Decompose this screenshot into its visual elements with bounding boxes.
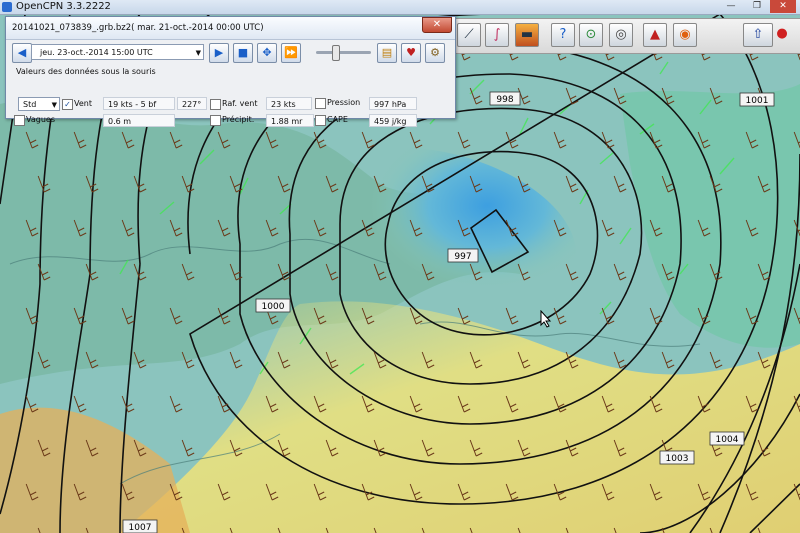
info-icon[interactable]: ? <box>551 23 575 47</box>
std-value: Std <box>23 100 37 109</box>
svg-text:1004: 1004 <box>716 435 739 445</box>
track-icon[interactable]: ∫ <box>485 23 509 47</box>
svg-text:997: 997 <box>454 252 471 262</box>
gust-label: Raf. vent <box>222 99 258 108</box>
grib-file-name: 20141021_073839_.grb.bz2( mar. 21-oct.-2… <box>12 23 264 33</box>
isobar-label-1003: 1003 <box>659 450 695 465</box>
now-button[interactable]: ■ <box>233 43 253 63</box>
wind-label: Vent <box>74 99 92 108</box>
open-file-icon[interactable]: ▤ <box>377 43 397 63</box>
isobar-label-998: 998 <box>489 91 521 106</box>
grib-dialog: 20141021_073839_.grb.bz2( mar. 21-oct.-2… <box>5 16 456 127</box>
waves-label: Vagues <box>26 115 55 124</box>
ais-targets-icon[interactable]: ⊙ <box>579 23 603 47</box>
gps-status-icon: ● <box>776 26 788 41</box>
pressure-value: 997 hPa <box>369 97 417 110</box>
color-scheme-icon[interactable]: ▬ <box>515 23 539 47</box>
svg-text:998: 998 <box>496 95 513 105</box>
pressure-label: Pression <box>327 98 361 107</box>
time-slider-thumb[interactable] <box>332 45 340 61</box>
main-toolbar: ⟋ ∫ ▬ ? ⊙ ◎ ▲ ◉ ⇧ ● <box>452 18 800 54</box>
wind-checkbox[interactable]: ✓ <box>62 99 73 110</box>
wind-direction-value: 227° <box>177 97 207 110</box>
chevron-down-icon: ▼ <box>51 101 57 109</box>
app-title-bar: OpenCPN 3.3.2222 — ❐ ✕ <box>0 0 800 15</box>
isobar-label-1000: 1000 <box>255 298 291 313</box>
forecast-time-value: jeu. 23-oct.-2014 15:00 UTC <box>40 48 153 57</box>
svg-text:1007: 1007 <box>129 523 152 533</box>
svg-text:1001: 1001 <box>746 96 769 106</box>
route-manager-icon[interactable]: ⟋ <box>457 23 481 47</box>
isobar-label-1004: 1004 <box>709 431 745 446</box>
gust-value: 23 kts <box>266 97 312 110</box>
precip-value: 1.88 mr <box>266 114 314 127</box>
wind-value: 19 kts - 5 bf <box>103 97 175 110</box>
compass-north-up-icon[interactable]: ⇧ <box>743 23 773 47</box>
man-overboard-icon[interactable]: ▲ <box>643 23 667 47</box>
gust-checkbox[interactable] <box>210 99 221 110</box>
restore-button[interactable]: ❐ <box>744 0 770 13</box>
app-title: OpenCPN 3.3.2222 <box>16 1 111 12</box>
precip-label: Précipit. <box>222 115 255 124</box>
grib-dialog-header: 20141021_073839_.grb.bz2( mar. 21-oct.-2… <box>6 17 455 40</box>
svg-text:1000: 1000 <box>262 302 285 312</box>
request-icon[interactable]: ♥ <box>401 43 421 63</box>
waves-value: 0.6 m <box>103 114 175 127</box>
cape-label: CAPE <box>327 115 348 124</box>
cape-value: 459 j/kg <box>369 114 417 127</box>
isobar-label-997: 997 <box>447 248 479 263</box>
settings-icon[interactable]: ⚙ <box>425 43 445 63</box>
grib-close-button[interactable]: ✕ <box>422 17 452 33</box>
pressure-checkbox[interactable] <box>315 98 326 109</box>
precip-checkbox[interactable] <box>210 115 221 126</box>
minimize-button[interactable]: — <box>718 0 744 13</box>
mouse-cursor-icon <box>540 310 552 328</box>
cape-checkbox[interactable] <box>315 115 326 126</box>
zoom-to-grib-button[interactable]: ✥ <box>257 43 277 63</box>
time-slider[interactable] <box>316 51 371 54</box>
data-under-mouse-label: Valeurs des données sous la souris <box>16 67 156 76</box>
previous-time-button[interactable]: ◀ <box>12 43 32 63</box>
close-window-button[interactable]: ✕ <box>770 0 796 13</box>
std-select[interactable]: Std ▼ <box>18 97 60 111</box>
playback-button[interactable]: ⏩ <box>281 43 301 63</box>
svg-text:1003: 1003 <box>666 454 689 464</box>
chevron-down-icon: ▼ <box>195 49 201 57</box>
opencpn-app-icon <box>2 2 12 12</box>
next-time-button[interactable]: ▶ <box>209 43 229 63</box>
forecast-time-select[interactable]: jeu. 23-oct.-2014 15:00 UTC ▼ <box>31 44 204 60</box>
isobar-label-1001: 1001 <box>739 92 775 107</box>
lifebuoy-icon[interactable]: ◉ <box>673 23 697 47</box>
waves-checkbox[interactable] <box>14 115 25 126</box>
isobar-label-1007: 1007 <box>122 519 158 533</box>
tide-current-icon[interactable]: ◎ <box>609 23 633 47</box>
